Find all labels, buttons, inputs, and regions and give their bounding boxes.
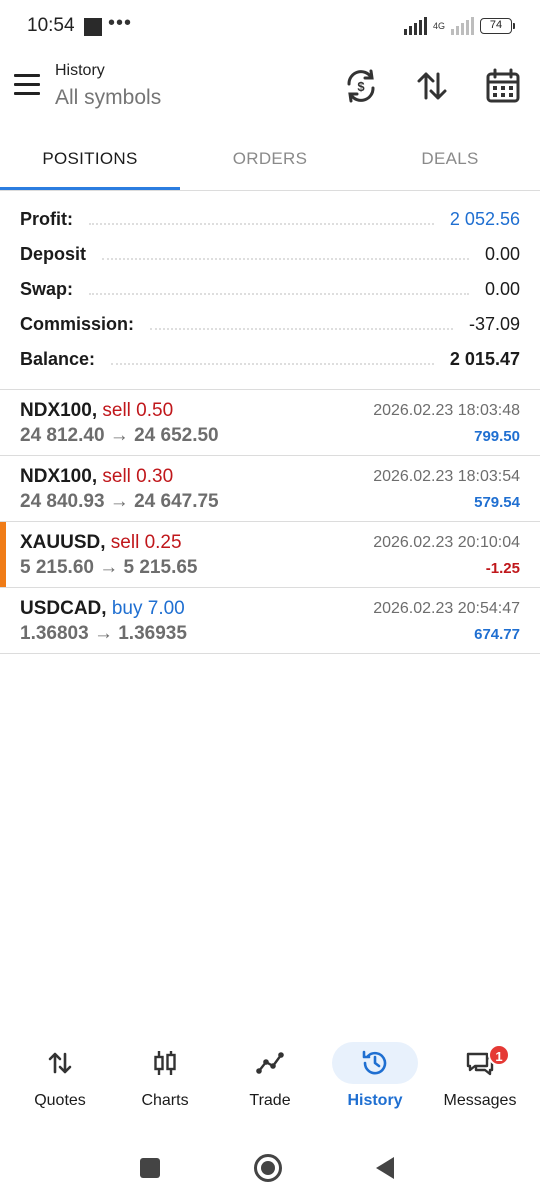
menu-button[interactable] xyxy=(14,74,42,98)
notification-square-icon xyxy=(84,18,102,36)
position-symbol: NDX100, sell 0.50 xyxy=(20,400,174,421)
position-time: 2026.02.23 18:03:48 xyxy=(373,402,520,419)
swap-label: Swap: xyxy=(20,279,80,300)
positions-list: NDX100, sell 0.50 24 812.40 → 24 652.50 … xyxy=(0,390,540,654)
nav-charts[interactable]: Charts xyxy=(115,1036,215,1126)
nav-trade[interactable]: Trade xyxy=(220,1036,320,1126)
position-profit: -1.25 xyxy=(485,560,520,577)
position-profit: 799.50 xyxy=(474,428,520,445)
account-summary: Profit: 2 052.56 Deposit 0.00 Swap: 0.00… xyxy=(0,202,540,377)
more-notifications-icon: ••• xyxy=(108,12,133,34)
tabs-divider xyxy=(0,190,540,191)
signal-icon xyxy=(404,17,427,35)
dotted-leader xyxy=(89,292,469,295)
profit-value: 2 052.56 xyxy=(443,209,520,230)
history-tabs: POSITIONS ORDERS DEALS xyxy=(0,132,540,190)
position-row[interactable]: USDCAD, buy 7.00 1.36803 → 1.36935 2026.… xyxy=(0,588,540,654)
nav-quotes-label: Quotes xyxy=(34,1092,86,1109)
position-side: sell 0.50 xyxy=(102,400,174,421)
currency-exchange-icon[interactable]: $ xyxy=(341,66,381,106)
battery-icon: 74 xyxy=(480,18,515,34)
nav-charts-label: Charts xyxy=(141,1092,189,1109)
svg-text:$: $ xyxy=(357,79,365,94)
history-clock-icon xyxy=(332,1042,418,1084)
trade-line-icon xyxy=(227,1042,313,1084)
commission-label: Commission: xyxy=(20,314,141,335)
status-bar: 10:54 ••• 4G 74 xyxy=(0,0,540,52)
back-icon[interactable] xyxy=(374,1156,396,1185)
position-symbol: USDCAD, buy 7.00 xyxy=(20,598,185,619)
position-prices: 1.36803 → 1.36935 xyxy=(20,623,187,644)
position-time: 2026.02.23 20:10:04 xyxy=(373,534,520,551)
bottom-navigation: Quotes Charts Trade History 1 Messages xyxy=(0,1036,540,1126)
position-profit: 674.77 xyxy=(474,626,520,643)
balance-label: Balance: xyxy=(20,349,102,370)
quotes-arrows-icon xyxy=(17,1042,103,1084)
position-symbol: XAUUSD, sell 0.25 xyxy=(20,532,182,553)
balance-value: 2 015.47 xyxy=(443,349,520,370)
system-navigation-bar xyxy=(0,1140,540,1200)
position-prices: 24 840.93 → 24 647.75 xyxy=(20,491,219,512)
dotted-leader xyxy=(102,257,469,260)
tab-positions[interactable]: POSITIONS xyxy=(0,132,180,190)
position-symbol: NDX100, sell 0.30 xyxy=(20,466,174,487)
signal-secondary-icon xyxy=(451,17,474,35)
dotted-leader xyxy=(111,362,434,365)
deposit-label: Deposit xyxy=(20,244,93,265)
nav-trade-label: Trade xyxy=(249,1092,291,1109)
messages-badge: 1 xyxy=(488,1044,510,1066)
status-indicators: 4G 74 xyxy=(404,15,515,37)
network-type-label: 4G xyxy=(433,20,446,31)
status-time: 10:54 xyxy=(27,15,75,36)
position-row[interactable]: XAUUSD, sell 0.25 5 215.60 → 5 215.65 20… xyxy=(0,522,540,588)
symbol-filter[interactable]: All symbols xyxy=(55,86,161,110)
app-header: History All symbols $ xyxy=(0,52,540,124)
calendar-icon[interactable] xyxy=(483,66,523,106)
candlestick-icon xyxy=(122,1042,208,1084)
messages-icon xyxy=(437,1042,523,1084)
home-icon[interactable] xyxy=(254,1154,282,1182)
dotted-leader xyxy=(150,327,453,330)
position-side: sell 0.25 xyxy=(110,532,182,553)
sort-icon[interactable] xyxy=(412,66,452,106)
summary-row-commission: Commission: -37.09 xyxy=(0,307,540,342)
summary-row-profit: Profit: 2 052.56 xyxy=(0,202,540,237)
position-side: sell 0.30 xyxy=(102,466,174,487)
position-time: 2026.02.23 20:54:47 xyxy=(373,600,520,617)
summary-row-deposit: Deposit 0.00 xyxy=(0,237,540,272)
position-prices: 5 215.60 → 5 215.65 xyxy=(20,557,198,578)
tab-deals[interactable]: DEALS xyxy=(360,132,540,190)
nav-quotes[interactable]: Quotes xyxy=(10,1036,110,1126)
nav-messages[interactable]: 1 Messages xyxy=(430,1036,530,1126)
summary-row-swap: Swap: 0.00 xyxy=(0,272,540,307)
nav-messages-label: Messages xyxy=(443,1092,517,1109)
summary-row-balance: Balance: 2 015.47 xyxy=(0,342,540,377)
position-row[interactable]: NDX100, sell 0.30 24 840.93 → 24 647.75 … xyxy=(0,456,540,522)
position-time: 2026.02.23 18:03:54 xyxy=(373,468,520,485)
deposit-value: 0.00 xyxy=(478,244,520,265)
position-profit: 579.54 xyxy=(474,494,520,511)
dotted-leader xyxy=(89,222,434,225)
nav-history[interactable]: History xyxy=(325,1036,425,1126)
position-side: buy 7.00 xyxy=(111,598,185,619)
swap-value: 0.00 xyxy=(478,279,520,300)
position-row[interactable]: NDX100, sell 0.50 24 812.40 → 24 652.50 … xyxy=(0,390,540,456)
profit-label: Profit: xyxy=(20,209,79,230)
recent-apps-icon[interactable] xyxy=(140,1158,160,1178)
tab-orders[interactable]: ORDERS xyxy=(180,132,360,190)
position-prices: 24 812.40 → 24 652.50 xyxy=(20,425,219,446)
commission-value: -37.09 xyxy=(462,314,520,335)
nav-history-label: History xyxy=(347,1092,403,1109)
page-title: History xyxy=(55,62,105,79)
